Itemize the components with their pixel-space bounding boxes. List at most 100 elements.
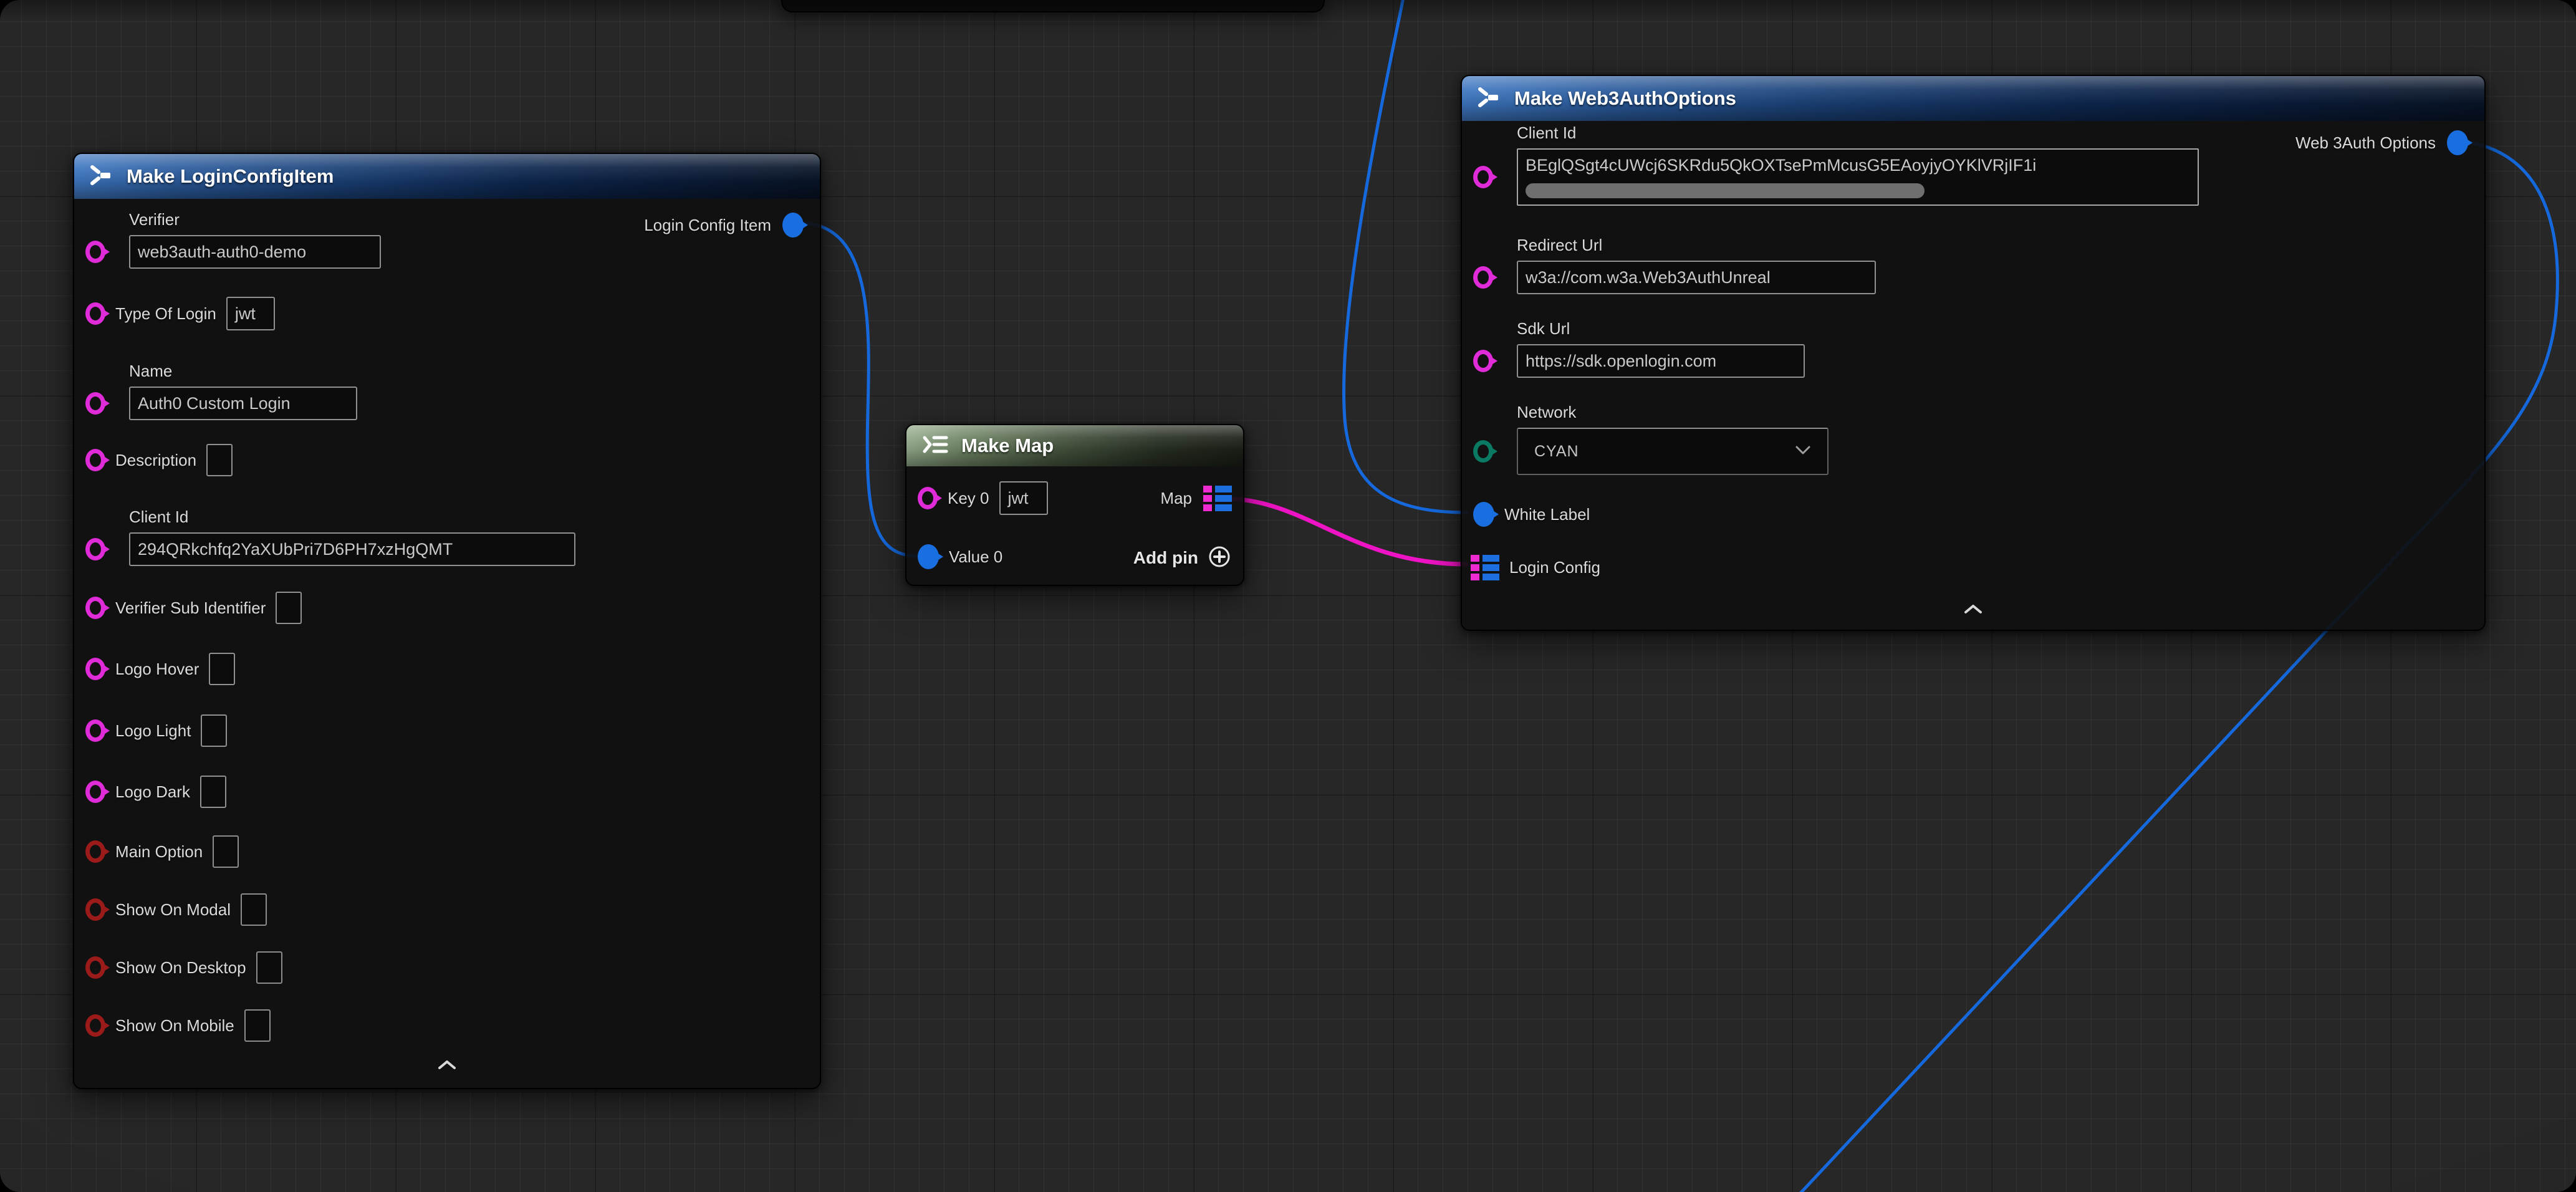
login-config-map-pin[interactable] [1471, 555, 1499, 580]
pin-label: Login Config [1509, 558, 1600, 577]
pin-label: Network [1517, 403, 1829, 422]
input-field-network: Network CYAN [1473, 403, 1829, 475]
string-pin[interactable] [85, 538, 105, 560]
client-id-input[interactable]: BEglQSgt4cUWcj6SKRdu5QkOXTsePmMcusG5EAoy… [1517, 148, 2199, 206]
output-row: Web 3Auth Options [2295, 125, 2468, 161]
input-field-client-id: Client Id 294QRkchfq2YaXUbPri7D6PH7xzHgQ… [85, 507, 575, 566]
node-make-web3authoptions[interactable]: Make Web3AuthOptions Web 3Auth Options C… [1461, 75, 2486, 631]
bool-pin[interactable] [85, 956, 105, 979]
string-pin[interactable] [85, 781, 105, 803]
node-make-loginconfigitem[interactable]: Make LoginConfigItem Login Config Item V… [73, 153, 821, 1089]
add-pin-icon [1207, 544, 1232, 572]
string-pin[interactable] [85, 392, 105, 415]
input-field-logo-hover: Logo Hover [85, 651, 235, 687]
node-title: Make LoginConfigItem [127, 165, 334, 188]
web3auth-options-output-pin[interactable] [2447, 130, 2468, 155]
node-header[interactable]: Make Web3AuthOptions [1462, 76, 2484, 121]
pin-label: Logo Dark [115, 782, 190, 802]
login-config-item-output-pin[interactable] [782, 213, 804, 238]
string-pin[interactable] [85, 658, 105, 680]
main-option-checkbox[interactable] [213, 835, 239, 868]
output-pin-label: Map [1160, 489, 1192, 508]
input-field-client-id: Client Id BEglQSgt4cUWcj6SKRdu5QkOXTsePm… [1473, 123, 2199, 206]
blueprint-graph-canvas[interactable]: Make LoginConfigItem Login Config Item V… [0, 0, 2576, 1192]
pin-label: Sdk Url [1517, 319, 1805, 339]
pin-label: Name [129, 362, 357, 381]
wire-map-to-login-config[interactable] [1229, 499, 1466, 564]
string-pin[interactable] [1473, 266, 1493, 289]
pin-label: Main Option [115, 842, 203, 862]
bool-pin[interactable] [85, 840, 105, 863]
input-field-value0: Value 0 [918, 539, 1002, 575]
pin-label: White Label [1504, 505, 1590, 524]
string-pin[interactable] [918, 487, 938, 509]
pin-label: Redirect Url [1517, 236, 1876, 255]
string-pin[interactable] [85, 302, 105, 325]
logo-light-input[interactable] [201, 714, 227, 747]
type-of-login-input[interactable]: jwt [226, 297, 275, 330]
output-row: Login Config Item [644, 207, 804, 243]
pin-label: Logo Hover [115, 660, 199, 679]
input-field-logo-dark: Logo Dark [85, 774, 226, 810]
map-output-pin[interactable] [1203, 486, 1232, 511]
string-pin[interactable] [85, 241, 105, 263]
client-id-text: BEglQSgt4cUWcj6SKRdu5QkOXTsePmMcusG5EAoy… [1526, 156, 2036, 175]
node-header[interactable]: Make LoginConfigItem [74, 154, 820, 199]
make-struct-icon [1477, 86, 1502, 112]
string-pin[interactable] [85, 449, 105, 471]
client-id-input[interactable]: 294QRkchfq2YaXUbPri7D6PH7xzHgQMT [129, 532, 575, 566]
input-field-logo-light: Logo Light [85, 713, 227, 749]
pin-label: Show On Desktop [115, 958, 246, 978]
bool-pin[interactable] [85, 1014, 105, 1037]
network-selected-value: CYAN [1534, 443, 1579, 461]
pin-label: Logo Light [115, 721, 191, 741]
string-pin[interactable] [85, 719, 105, 742]
pin-label: Client Id [1517, 123, 2199, 143]
key0-input[interactable]: jwt [999, 481, 1048, 515]
horizontal-scrollbar[interactable] [1526, 183, 1925, 198]
show-on-mobile-checkbox[interactable] [244, 1009, 271, 1042]
collapse-node-button[interactable] [435, 1057, 459, 1073]
sdk-url-input[interactable]: https://sdk.openlogin.com [1517, 344, 1805, 378]
verifier-input[interactable]: web3auth-auth0-demo [129, 235, 381, 269]
make-map-icon [921, 433, 949, 459]
white-label-pin[interactable] [1473, 502, 1494, 527]
node-title: Make Map [961, 435, 1054, 457]
offscreen-node-bottom[interactable] [781, 0, 1325, 12]
string-pin[interactable] [1473, 350, 1493, 372]
add-pin-button[interactable]: Add pin [1133, 540, 1232, 576]
node-title: Make Web3AuthOptions [1514, 87, 1736, 110]
add-pin-label: Add pin [1133, 548, 1198, 568]
pin-label: Verifier Sub Identifier [115, 598, 266, 618]
description-input[interactable] [206, 444, 233, 476]
output-pin-label: Login Config Item [644, 216, 771, 235]
node-make-map[interactable]: Make Map Key 0 jwt Map Value 0 Add pin [905, 424, 1244, 586]
show-on-desktop-checkbox[interactable] [256, 951, 282, 984]
pin-label: Verifier [129, 210, 381, 229]
input-field-description: Description [85, 442, 233, 478]
chevron-down-icon [1795, 445, 1811, 458]
logo-dark-input[interactable] [200, 776, 226, 808]
value0-pin[interactable] [918, 544, 939, 569]
input-field-login-config: Login Config [1471, 549, 1600, 585]
logo-hover-input[interactable] [209, 653, 235, 685]
input-field-key0: Key 0 jwt [918, 480, 1048, 516]
wire-top-to-white-label[interactable] [1344, 0, 1466, 512]
show-on-modal-checkbox[interactable] [241, 893, 267, 926]
redirect-url-input[interactable]: w3a://com.w3a.Web3AuthUnreal [1517, 261, 1876, 294]
string-pin[interactable] [1473, 166, 1493, 188]
verifier-sub-identifier-input[interactable] [276, 592, 302, 624]
enum-pin[interactable] [1473, 440, 1493, 463]
network-dropdown[interactable]: CYAN [1517, 428, 1829, 475]
bool-pin[interactable] [85, 898, 105, 921]
input-field-show-on-desktop: Show On Desktop [85, 949, 282, 986]
input-field-verifier: Verifier web3auth-auth0-demo [85, 210, 381, 269]
string-pin[interactable] [85, 597, 105, 619]
collapse-node-button[interactable] [1961, 601, 1986, 617]
node-header[interactable]: Make Map [906, 425, 1243, 466]
input-field-type-of-login: Type Of Login jwt [85, 296, 275, 332]
input-field-main-option: Main Option [85, 834, 239, 870]
make-struct-icon [89, 164, 114, 190]
name-input[interactable]: Auth0 Custom Login [129, 387, 357, 420]
input-field-white-label: White Label [1473, 496, 1590, 532]
